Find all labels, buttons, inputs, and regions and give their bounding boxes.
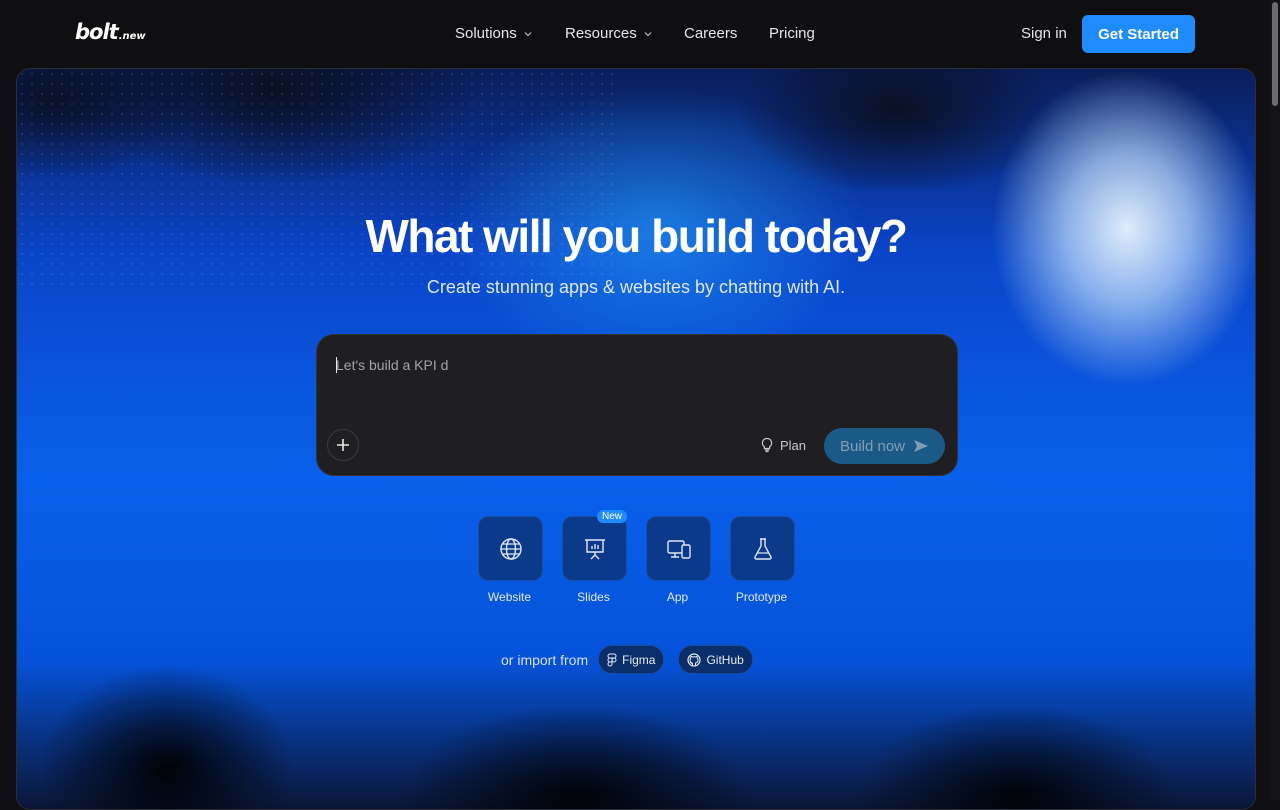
github-label: GitHub <box>706 652 744 667</box>
project-type-row: Website New Slides App Prototype <box>478 510 795 604</box>
presentation-icon <box>584 538 605 559</box>
nav-solutions[interactable]: Solutions <box>455 25 565 42</box>
page-subtitle: Create stunning apps & websites by chatt… <box>426 277 846 297</box>
page-scrollbar[interactable] <box>1270 0 1280 800</box>
logo-suffix: .new <box>118 31 146 42</box>
figma-label: Figma <box>622 652 656 667</box>
github-icon <box>687 652 702 667</box>
type-prototype-label: Prototype <box>735 590 788 604</box>
import-figma-button[interactable]: Figma <box>598 645 665 674</box>
type-prototype[interactable]: Prototype <box>730 516 795 604</box>
nav-resources-label: Resources <box>565 25 637 42</box>
main-nav: Solutions Resources Careers Pricing <box>455 25 815 42</box>
lightbulb-icon <box>761 437 773 453</box>
import-github-button[interactable]: GitHub <box>678 645 753 674</box>
import-label: or import from <box>501 651 589 668</box>
type-slides-tile[interactable] <box>562 516 627 581</box>
flask-icon <box>753 537 772 560</box>
type-slides-label: Slides <box>577 590 610 604</box>
import-row: or import from Figma GitHub <box>501 645 767 674</box>
figma-icon <box>607 653 617 666</box>
bolt-logo[interactable]: bolt .new <box>75 20 146 44</box>
plan-button[interactable]: Plan <box>760 437 806 453</box>
build-now-button[interactable]: Build now <box>824 428 945 464</box>
get-started-button[interactable]: Get Started <box>1082 15 1195 53</box>
top-nav-bar: bolt .new Solutions Resources Careers Pr… <box>0 0 1280 68</box>
type-website[interactable]: Website <box>478 516 543 604</box>
type-app-label: App <box>666 590 689 604</box>
add-attachment-button[interactable] <box>327 429 359 461</box>
build-now-label: Build now <box>839 437 906 455</box>
prompt-box[interactable]: Let's build a KPI d Plan Build now <box>316 334 958 476</box>
page-title: What will you build today? <box>365 210 908 262</box>
hero-section: What will you build today? Create stunni… <box>16 68 1256 810</box>
send-arrow-icon <box>914 440 929 452</box>
type-prototype-tile[interactable] <box>730 516 795 581</box>
globe-icon <box>499 537 522 560</box>
logo-main: bolt <box>75 20 119 44</box>
nav-resources[interactable]: Resources <box>565 25 684 42</box>
type-app-tile[interactable] <box>646 516 711 581</box>
nav-pricing[interactable]: Pricing <box>769 25 815 42</box>
plus-icon <box>337 439 349 451</box>
type-app[interactable]: App <box>646 516 711 604</box>
sign-in-link[interactable]: Sign in <box>1021 25 1067 42</box>
nav-careers[interactable]: Careers <box>684 25 769 42</box>
new-badge: New <box>597 510 628 523</box>
devices-icon <box>666 539 691 559</box>
plan-label: Plan <box>780 437 807 453</box>
scrollbar-thumb[interactable] <box>1272 2 1278 106</box>
type-website-label: Website <box>487 590 532 604</box>
type-website-tile[interactable] <box>478 516 543 581</box>
nav-careers-label: Careers <box>684 25 738 42</box>
chevron-down-icon <box>644 31 652 36</box>
type-slides[interactable]: New Slides <box>562 510 628 604</box>
chevron-down-icon <box>524 31 532 36</box>
prompt-input[interactable]: Let's build a KPI d <box>336 357 448 373</box>
nav-pricing-label: Pricing <box>769 25 815 42</box>
nav-solutions-label: Solutions <box>455 25 517 42</box>
